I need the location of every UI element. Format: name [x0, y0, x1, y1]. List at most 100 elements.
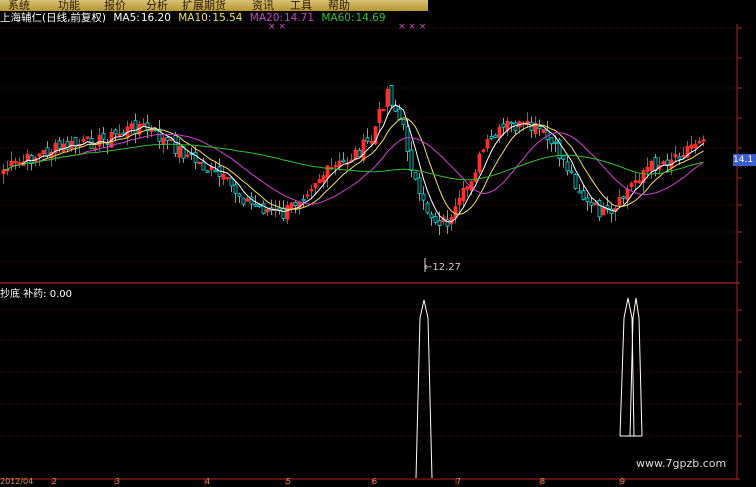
candle-up: [377, 108, 382, 124]
kline-chart[interactable]: [0, 0, 756, 487]
candle-up: [37, 153, 42, 157]
candle-up: [325, 165, 330, 179]
candle-up: [313, 183, 318, 189]
candle-up: [265, 208, 270, 213]
current-price-tag: 14.1: [733, 154, 756, 166]
candle-up: [369, 140, 374, 144]
candle-up: [453, 206, 458, 219]
candle-down: [357, 149, 362, 157]
candle-down: [133, 120, 138, 134]
candle-down: [341, 159, 346, 162]
candle-down: [205, 170, 210, 173]
candle-down: [241, 197, 246, 205]
candle-down: [45, 147, 50, 157]
candle-up: [681, 155, 686, 158]
candle-up: [457, 197, 462, 206]
candle-up: [485, 139, 490, 149]
candle-down: [425, 202, 430, 214]
candle-down: [437, 220, 442, 227]
candle-up: [333, 165, 338, 168]
candle-up: [477, 153, 482, 173]
candle-down: [417, 177, 422, 194]
candle-down: [281, 207, 286, 219]
candle-down: [549, 137, 554, 145]
candle-down: [73, 137, 78, 147]
candle-up: [17, 162, 22, 165]
date-tick: 5: [286, 477, 292, 486]
candle-down: [413, 171, 418, 180]
candle-down: [253, 203, 258, 207]
date-tick: 8: [540, 477, 546, 486]
candle-down: [201, 161, 206, 171]
candle-up: [161, 137, 166, 146]
ma5-line: [3, 104, 704, 223]
candle-up: [637, 180, 642, 184]
candle-up: [9, 160, 14, 167]
candle-down: [589, 201, 594, 206]
candle-up: [197, 161, 202, 165]
candle-down: [585, 197, 590, 203]
date-tick: 6: [372, 477, 378, 486]
candle-up: [221, 173, 226, 180]
candle-down: [121, 132, 126, 135]
candle-up: [381, 108, 386, 112]
candle-down: [57, 140, 62, 149]
candle-up: [1, 169, 6, 175]
candle-down: [573, 174, 578, 189]
candle-down: [429, 213, 434, 219]
date-axis: 2012/04 2 3 4 5 6 7 8 9: [0, 477, 740, 487]
candle-up: [385, 88, 390, 108]
candle-down: [229, 177, 234, 187]
candle-up: [629, 182, 634, 187]
candle-up: [673, 154, 678, 158]
candle-up: [317, 179, 322, 184]
candle-up: [177, 145, 182, 158]
candle-down: [397, 108, 402, 120]
candle-up: [305, 194, 310, 197]
candle-down: [653, 157, 658, 171]
candle-down: [597, 199, 602, 218]
candle-up: [185, 154, 190, 157]
candle-up: [617, 197, 622, 206]
candle-down: [421, 193, 426, 201]
candle-down: [433, 216, 438, 223]
watermark: www.7gpzb.com: [636, 457, 727, 470]
candle-up: [41, 149, 46, 155]
candle-down: [365, 137, 370, 142]
candle-up: [633, 180, 638, 183]
candle-down: [565, 161, 570, 172]
candle-down: [553, 141, 558, 144]
candle-down: [401, 119, 406, 126]
candle-down: [257, 204, 262, 208]
candle-up: [321, 175, 326, 183]
date-tick: 2012/04: [0, 477, 34, 486]
candle-down: [101, 132, 106, 140]
candle-down: [501, 123, 506, 128]
date-tick: 3: [115, 477, 121, 486]
candle-down: [493, 134, 498, 138]
candle-up: [465, 186, 470, 190]
candle-down: [509, 121, 514, 125]
ma10-line: [3, 117, 704, 215]
candle-down: [165, 137, 170, 141]
candle-up: [353, 149, 358, 160]
candle-up: [149, 129, 154, 133]
candle-down: [237, 193, 242, 197]
candle-up: [649, 160, 654, 172]
candle-up: [289, 202, 294, 209]
candle-up: [361, 139, 366, 161]
candle-up: [689, 144, 694, 149]
candle-down: [277, 207, 282, 211]
candle-up: [697, 141, 702, 144]
candle-down: [301, 198, 306, 202]
indicator-spike: [415, 299, 433, 479]
candle-up: [285, 205, 290, 220]
candle-down: [677, 156, 682, 160]
candle-down: [537, 126, 542, 130]
candle-down: [561, 155, 566, 160]
candle-down: [489, 136, 494, 139]
candle-up: [661, 161, 666, 165]
candle-down: [113, 129, 118, 135]
indicator-value: 0.00: [49, 289, 73, 300]
candle-down: [405, 125, 410, 153]
